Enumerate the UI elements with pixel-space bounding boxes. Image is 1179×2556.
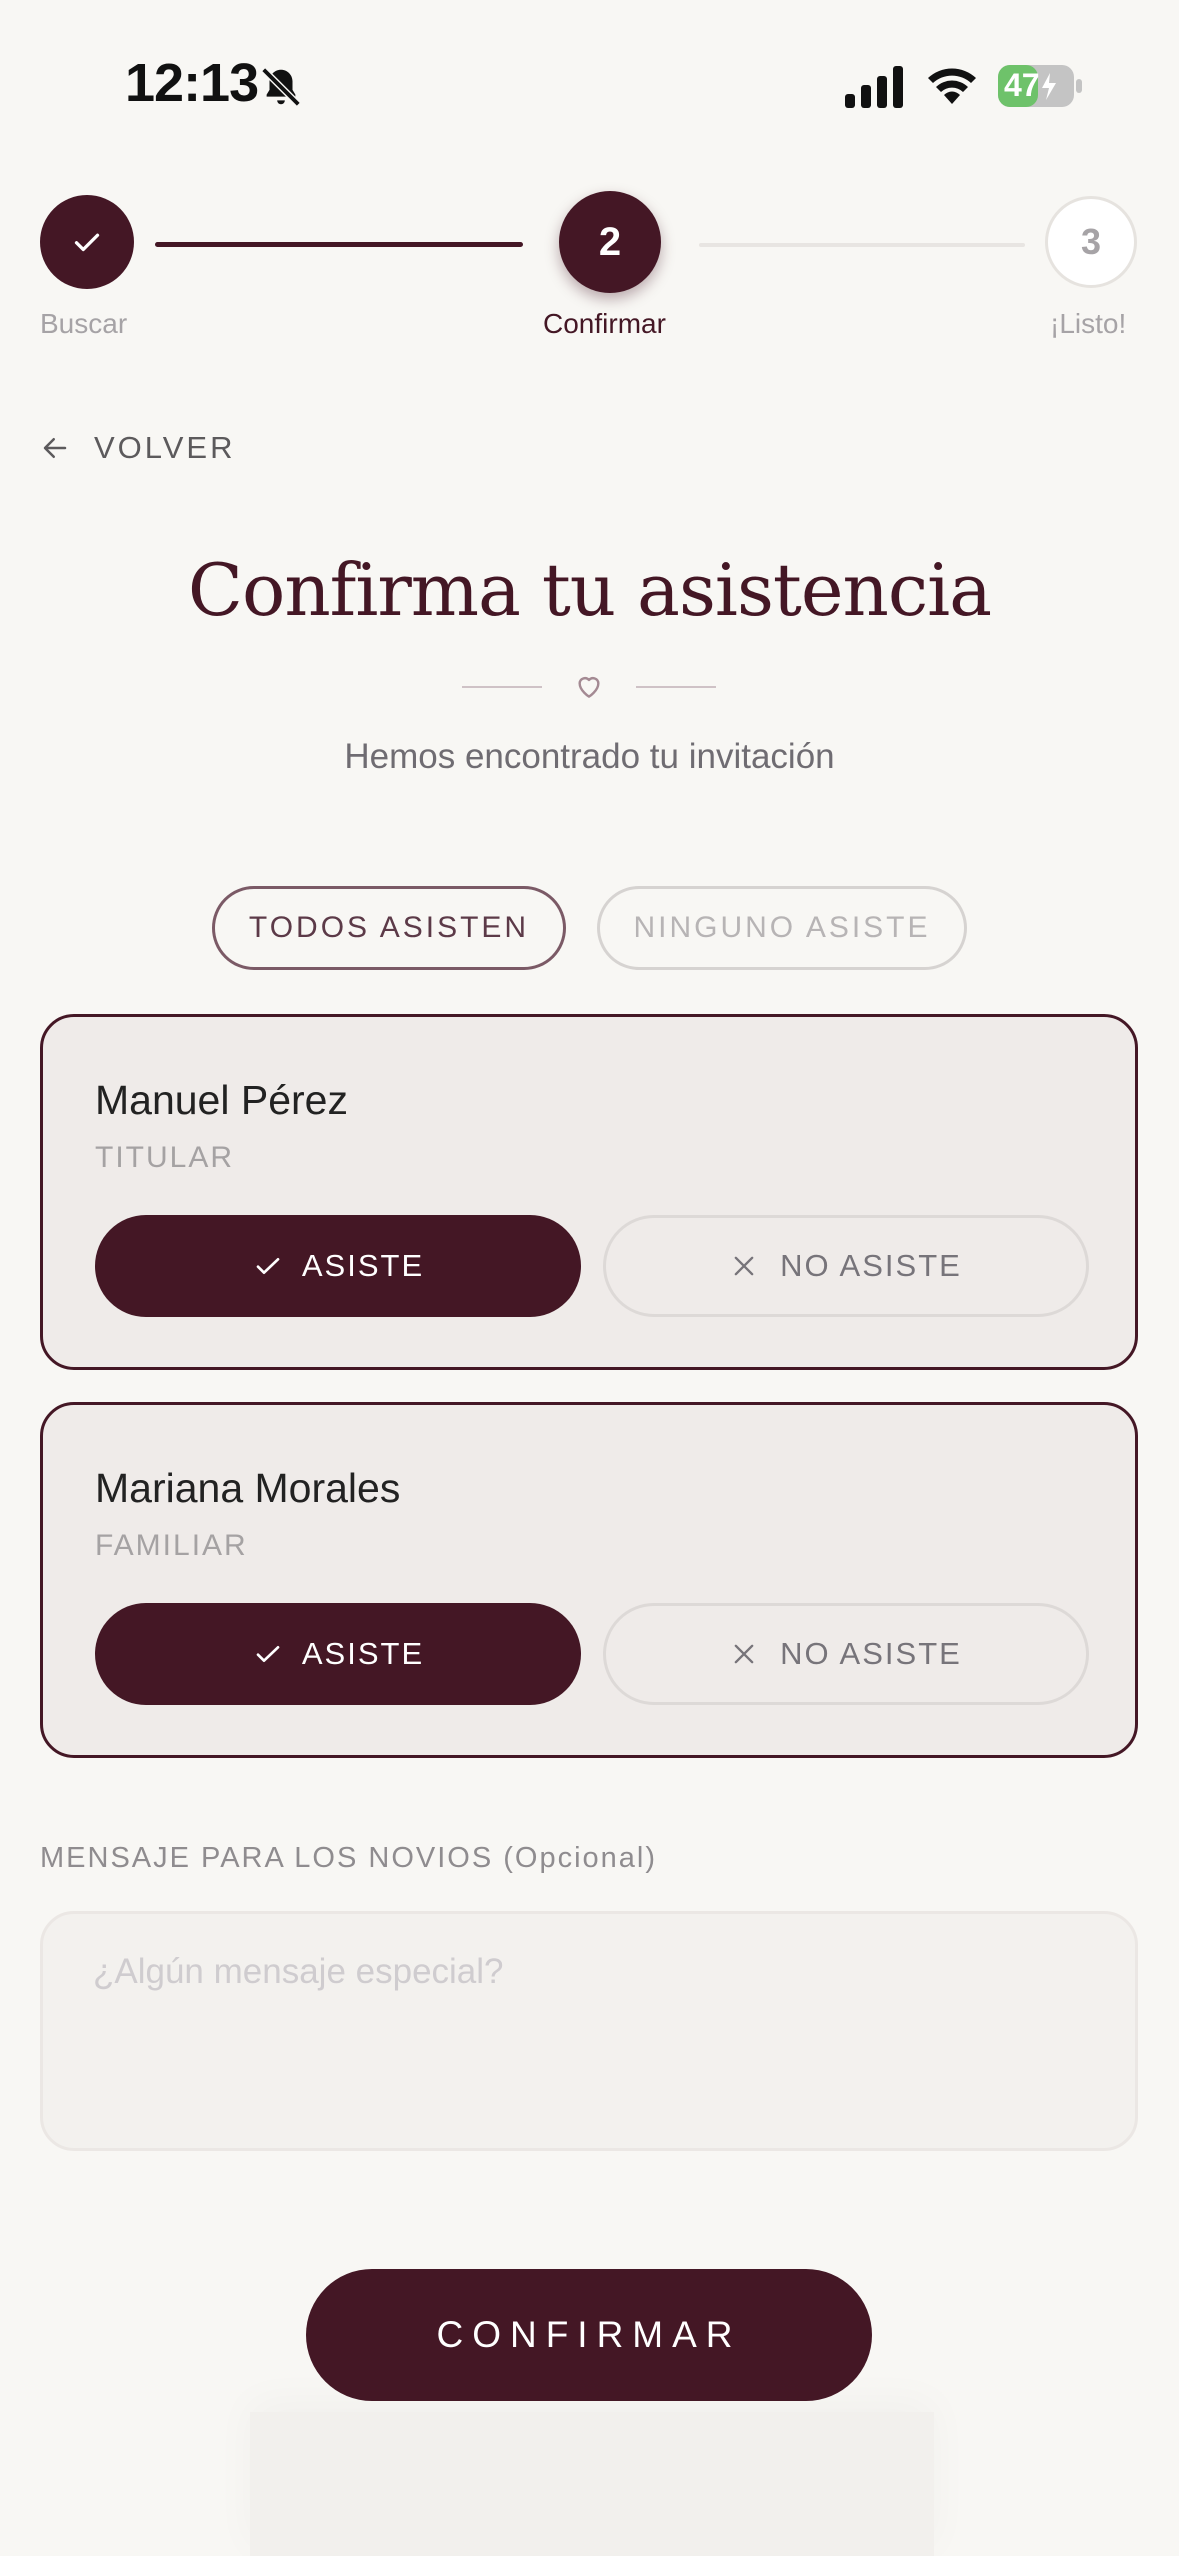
check-icon <box>256 1258 280 1274</box>
message-label: MENSAJE PARA LOS NOVIOS (Opcional) <box>40 1842 658 1874</box>
status-time: 12:13 <box>125 53 259 113</box>
back-label: VOLVER <box>94 430 236 465</box>
step-label-buscar: Buscar <box>40 308 128 339</box>
not-attend-button[interactable]: NO ASISTE <box>603 1603 1089 1705</box>
guest-role: FAMILIAR <box>95 1529 248 1562</box>
signal-icon <box>845 66 903 108</box>
step-label-listo: ¡Listo! <box>1050 308 1127 339</box>
not-attend-label: NO ASISTE <box>780 1636 962 1671</box>
step-listo: 3 <box>1045 196 1137 288</box>
guest-name: Mariana Morales <box>95 1465 401 1511</box>
step-confirmar: 2 <box>559 191 661 293</box>
heart-icon <box>578 677 600 698</box>
confirm-button[interactable]: CONFIRMAR <box>306 2269 872 2401</box>
divider-left <box>462 686 542 688</box>
attend-label: ASISTE <box>301 1636 425 1671</box>
check-icon <box>74 233 100 252</box>
guest-card: Mariana Morales FAMILIAR ASISTE NO ASIST… <box>40 1402 1138 1758</box>
bottom-panel <box>250 2412 934 2556</box>
close-icon <box>734 1256 754 1276</box>
arrow-left-icon <box>43 438 67 458</box>
stepper-line-complete <box>155 242 523 247</box>
none-attend-button[interactable]: NINGUNO ASISTE <box>597 886 967 970</box>
stepper-line-pending <box>699 243 1025 247</box>
guest-role: TITULAR <box>95 1141 235 1174</box>
step-buscar <box>40 195 134 289</box>
attend-button[interactable]: ASISTE <box>95 1603 581 1705</box>
all-attend-button[interactable]: TODOS ASISTEN <box>212 886 566 970</box>
step-label-confirmar: Confirmar <box>543 308 666 339</box>
check-icon <box>256 1646 280 1662</box>
bell-slash-icon <box>261 67 301 107</box>
page-subtitle: Hemos encontrado tu invitación <box>344 737 835 776</box>
divider-right <box>636 686 716 688</box>
not-attend-label: NO ASISTE <box>780 1248 962 1283</box>
wifi-icon <box>928 68 976 104</box>
guest-name: Manuel Pérez <box>95 1077 348 1123</box>
message-textarea[interactable] <box>40 1911 1138 2151</box>
battery-icon: 47 <box>998 65 1082 107</box>
attend-button[interactable]: ASISTE <box>95 1215 581 1317</box>
battery-level: 47 <box>1004 67 1040 103</box>
attend-label: ASISTE <box>301 1248 425 1283</box>
close-icon <box>734 1644 754 1664</box>
not-attend-button[interactable]: NO ASISTE <box>603 1215 1089 1317</box>
page-title: Confirma tu asistencia <box>187 548 992 632</box>
guest-card: Manuel Pérez TITULAR ASISTE NO ASISTE <box>40 1014 1138 1370</box>
back-button[interactable]: VOLVER <box>40 428 235 468</box>
